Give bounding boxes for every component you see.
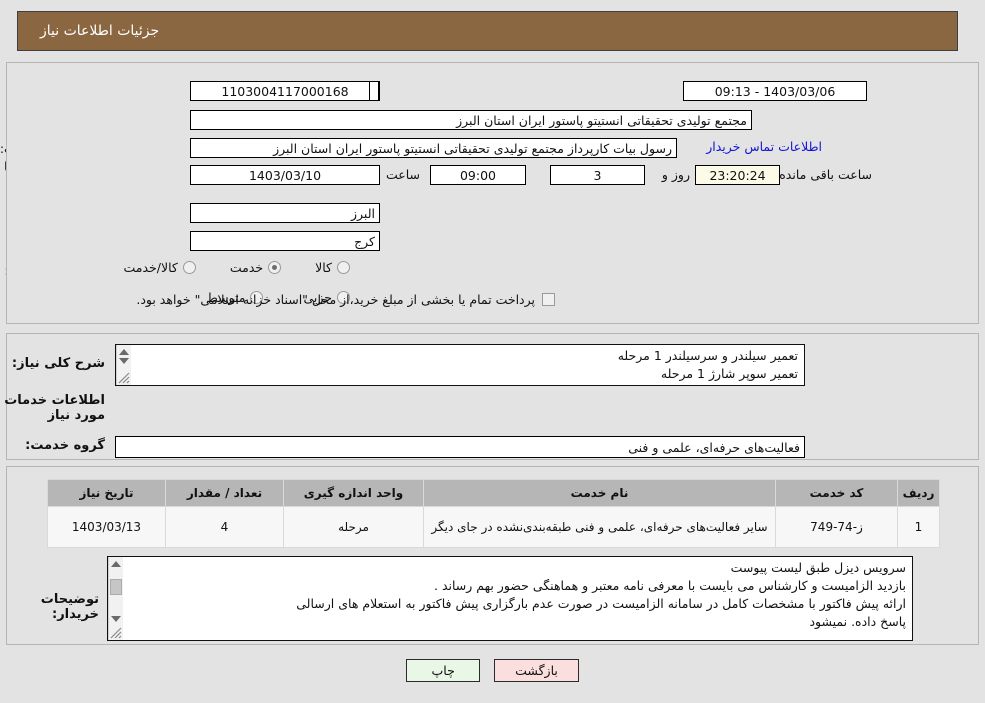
buyer-notes-content: سرویس دیزل طبق لیست پیوست بازدید الزامیس… [123,557,912,640]
buyer-notes-line: بازدید الزامیست و کارشناس می بایست با مع… [434,578,906,594]
category-option-label: کالا/خدمت [123,260,178,275]
page-title: جزئیات اطلاعات نیاز [40,23,160,39]
buyer-contact-link[interactable]: اطلاعات تماس خریدار [706,139,822,154]
page-root: AriaTender.net جزئیات اطلاعات نیاز شماره… [0,0,985,703]
buyer-notes-line: سرویس دیزل طبق لیست پیوست [730,560,906,575]
th-quantity: تعداد / مقدار [165,479,284,507]
province-value: البرز [190,203,380,223]
scroll-down-icon[interactable] [111,616,121,622]
footer-button-row: بازگشت چاپ [0,659,985,682]
deadline-time-value: 09:00 [430,165,526,185]
th-row-number: ردیف [897,479,940,507]
radio-icon[interactable] [268,261,282,274]
general-description-textarea[interactable]: تعمیر سیلندر و سرسیلندر 1 مرحله تعمیر سو… [115,344,805,386]
category-option-khedmat[interactable]: خدمت [229,260,282,275]
category-option-label: خدمت [229,260,264,275]
services-table: ردیف کد خدمت نام خدمت واحد اندازه گیری ت… [47,479,940,548]
spacer-a [369,81,379,101]
category-radio-group: کالا خدمت کالا/خدمت [123,260,350,275]
announce-datetime-value: 1403/03/06 - 09:13 [683,81,867,101]
buyer-org-value: مجتمع تولیدی تحقیقاتی انستیتو پاستور ایر… [190,110,752,130]
general-description-line: تعمیر سیلندر و سرسیلندر 1 مرحله [617,348,798,363]
deadline-days-value: 3 [550,165,645,185]
checkbox-icon[interactable] [542,293,555,306]
category-option-kala[interactable]: کالا [315,260,350,275]
city-value: کرج [190,231,380,251]
general-description-label: شرح کلی نیاز: [11,356,105,371]
buyer-notes-line: پاسخ داده. نمیشود [809,614,906,630]
back-button[interactable]: بازگشت [494,659,579,682]
cell-row-number: 1 [897,506,940,548]
deadline-time-label: ساعت [385,167,420,182]
table-header-row: ردیف کد خدمت نام خدمت واحد اندازه گیری ت… [47,479,940,507]
textarea-scrollbar[interactable] [116,345,131,385]
th-unit: واحد اندازه گیری [283,479,424,507]
general-description-content: تعمیر سیلندر و سرسیلندر 1 مرحله تعمیر سو… [131,345,804,385]
cell-unit: مرحله [283,506,424,548]
service-group-label: گروه خدمت: [25,438,105,453]
treasury-checkbox-label: پرداخت تمام یا بخشی از مبلغ خرید،از محل … [136,292,535,307]
table-row: 1 ز-74-749 سایر فعالیت‌های حرفه‌ای، علمی… [47,506,940,548]
resize-grip-icon[interactable] [110,627,122,639]
notes-scrollbar[interactable] [108,557,123,640]
category-option-label: کالا [315,260,332,275]
th-service-code: کد خدمت [775,479,898,507]
deadline-days-suffix: روز و [661,167,690,182]
cell-need-date: 1403/03/13 [47,506,166,548]
countdown-timer-value: 23:20:24 [695,165,780,185]
service-group-value: فعالیت‌های حرفه‌ای، علمی و فنی [115,436,805,458]
scroll-up-icon[interactable] [119,349,129,355]
buyer-notes-label: توضیحات خریدار: [40,592,99,622]
cell-service-name: سایر فعالیت‌های حرفه‌ای، علمی و فنی طبقه… [423,506,776,548]
th-service-name: نام خدمت [423,479,776,507]
services-section-heading: اطلاعات خدمات مورد نیاز [4,393,105,423]
radio-icon[interactable] [337,261,350,274]
category-option-kala-khedmat[interactable]: کالا/خدمت [123,260,196,275]
print-button[interactable]: چاپ [406,659,481,682]
need-number-value: 1103004117000168 [190,81,380,101]
cell-quantity: 4 [165,506,284,548]
need-info-panel [6,62,979,324]
treasury-checkbox-group[interactable]: پرداخت تمام یا بخشی از مبلغ خرید،از محل … [136,292,555,307]
cell-service-code: ز-74-749 [775,506,898,548]
scroll-down-icon[interactable] [119,358,129,364]
radio-icon[interactable] [182,261,196,274]
resize-grip-icon[interactable] [118,372,130,384]
deadline-timer-suffix: ساعت باقی مانده [779,167,872,182]
scrollbar-thumb[interactable] [110,579,122,595]
scroll-up-icon[interactable] [111,561,121,567]
requester-value: رسول بیات کارپرداز مجتمع تولیدی تحقیقاتی… [190,138,677,158]
deadline-date-value: 1403/03/10 [190,165,380,185]
general-description-line: تعمیر سوپر شارژ 1 مرحله [660,366,798,382]
page-header: جزئیات اطلاعات نیاز [17,11,958,51]
th-need-date: تاریخ نیاز [47,479,166,507]
buyer-notes-textarea[interactable]: سرویس دیزل طبق لیست پیوست بازدید الزامیس… [107,556,913,641]
buyer-notes-line: ارائه پیش فاکتور با مشخصات کامل در سامان… [296,596,906,612]
